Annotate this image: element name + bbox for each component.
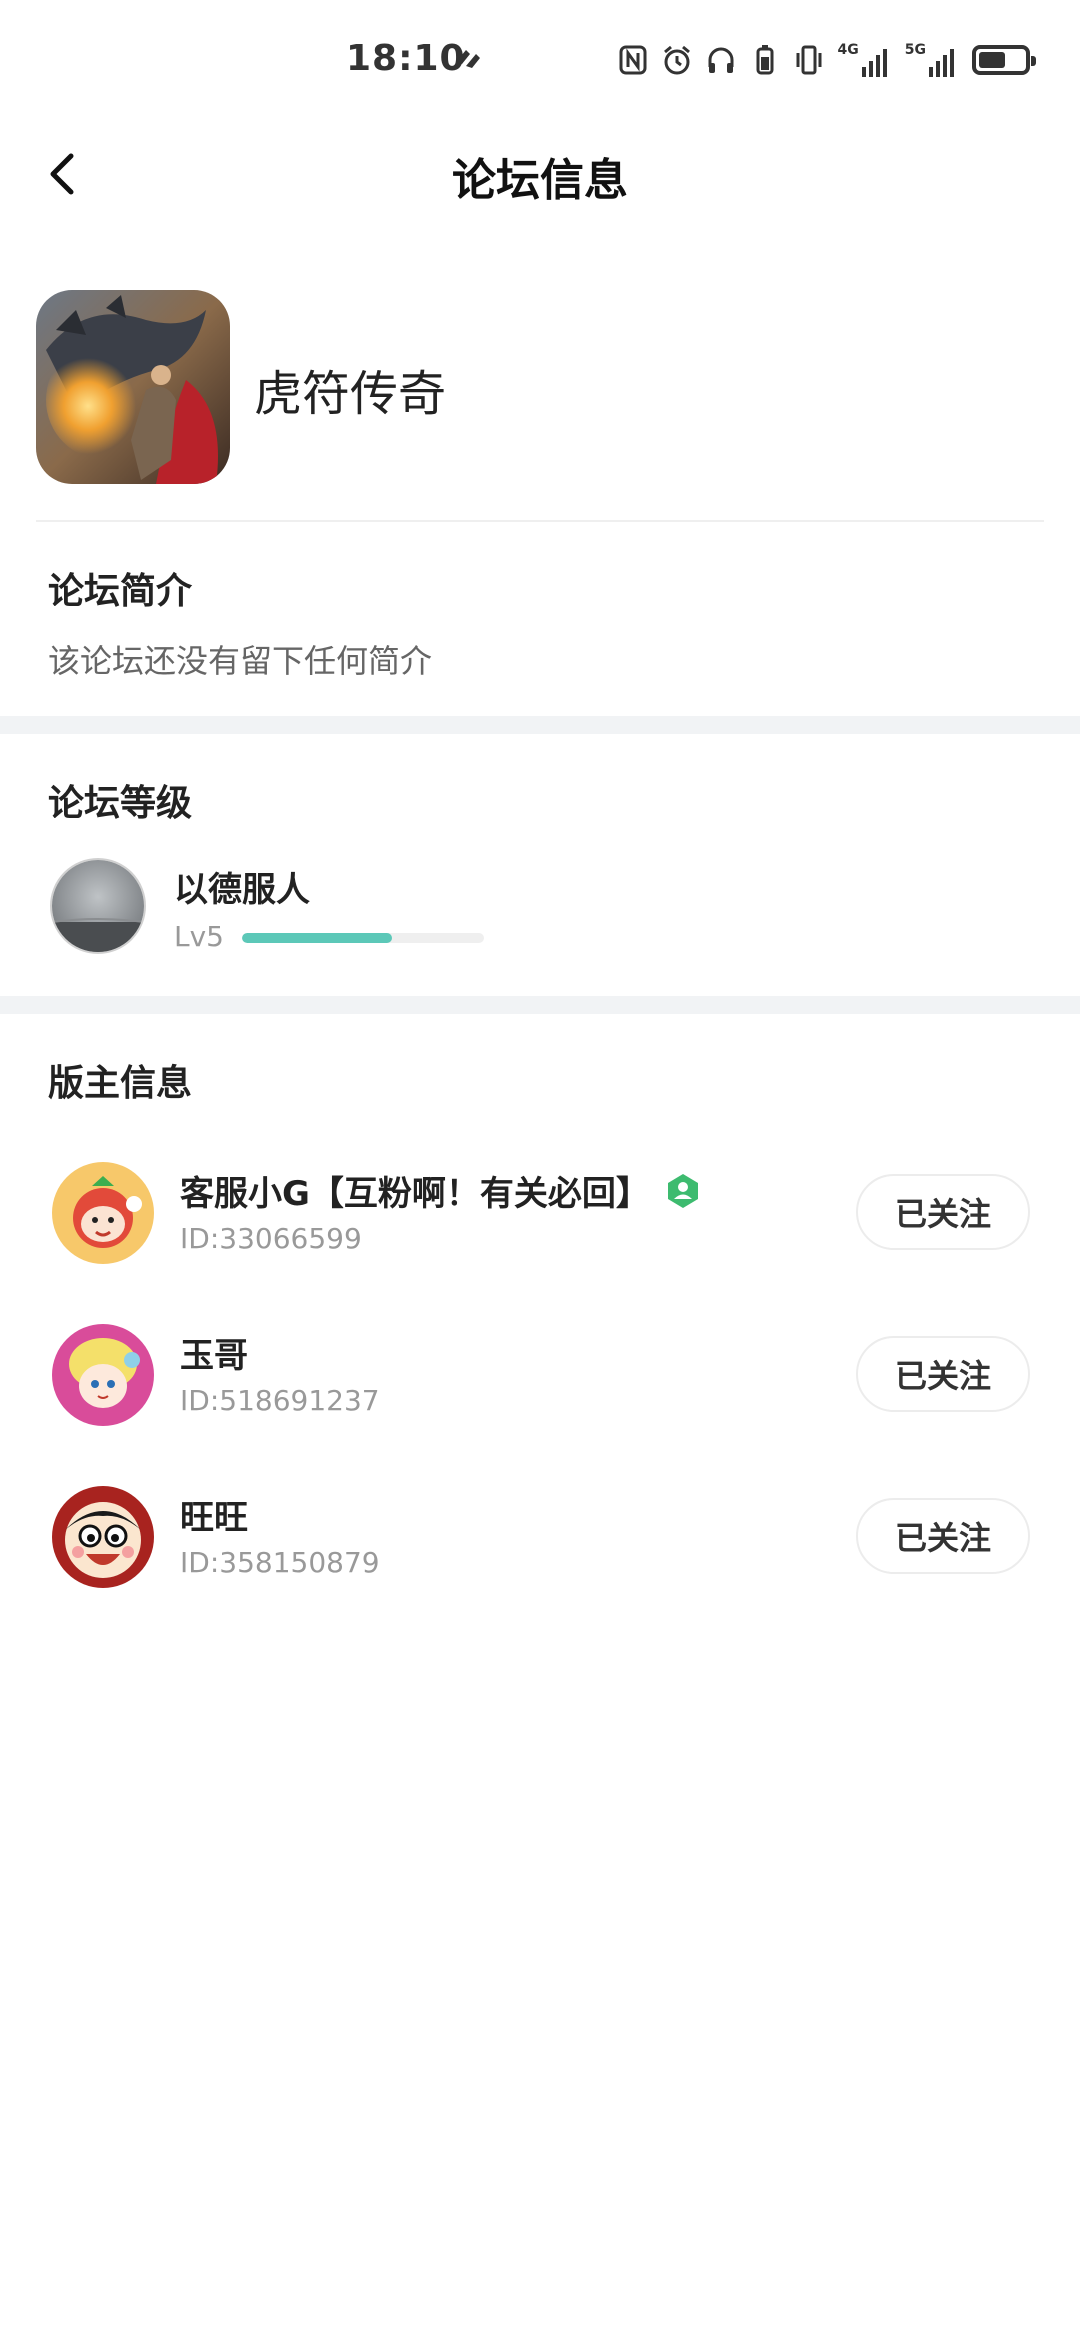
level-progress-bar bbox=[242, 933, 484, 943]
status-time: 18:10 bbox=[346, 38, 466, 79]
moderator-id: ID:33066599 bbox=[180, 1222, 362, 1255]
moderator-avatar[interactable] bbox=[52, 1324, 154, 1426]
headphones-icon bbox=[708, 47, 734, 73]
level-progress-fill bbox=[242, 933, 393, 943]
moderator-name: 玉哥 bbox=[180, 1328, 248, 1377]
moderator-name-text: 旺旺 bbox=[180, 1498, 248, 1538]
level-title: 论坛等级 bbox=[48, 783, 193, 824]
moderator-name-text: 客服小G【互粉啊！有关必回】 bbox=[180, 1174, 650, 1214]
followed-button[interactable]: 已关注 bbox=[856, 1336, 1030, 1412]
signal-5g-label: 5G bbox=[904, 42, 926, 58]
section-divider bbox=[0, 996, 1080, 1014]
status-bar: 18:10 4G 5G bbox=[0, 0, 1080, 120]
followed-button[interactable]: 已关注 bbox=[856, 1498, 1030, 1574]
intro-title: 论坛简介 bbox=[48, 571, 193, 612]
sync-icon bbox=[456, 50, 480, 68]
status-icons: 4G 5G bbox=[618, 38, 1036, 82]
battery-icon bbox=[972, 45, 1036, 75]
divider bbox=[36, 520, 1044, 522]
vibrate-icon bbox=[796, 45, 822, 75]
moderator-id: ID:518691237 bbox=[180, 1384, 380, 1417]
moderator-row[interactable]: 客服小G【互粉啊！有关必回】 ID:33066599 已关注 bbox=[0, 1142, 1080, 1282]
page-title: 论坛信息 bbox=[452, 155, 628, 206]
level-lv: Lv5 bbox=[174, 920, 224, 953]
followed-button[interactable]: 已关注 bbox=[856, 1174, 1030, 1250]
forum-name: 虎符传奇 bbox=[254, 366, 447, 422]
moderators-title: 版主信息 bbox=[48, 1063, 193, 1104]
forum-avatar bbox=[36, 290, 230, 484]
signal-4g-label: 4G bbox=[837, 42, 859, 58]
nfc-icon bbox=[619, 45, 647, 75]
moderator-id: ID:358150879 bbox=[180, 1546, 380, 1579]
moderator-avatar[interactable] bbox=[52, 1162, 154, 1264]
forum-card: 虎符传奇 bbox=[36, 290, 1044, 520]
signal-5g-icon: 5G bbox=[905, 43, 958, 77]
signal-bars-icon bbox=[861, 49, 887, 77]
signal-4g-icon: 4G bbox=[838, 43, 891, 77]
level-avatar bbox=[50, 858, 146, 954]
moderator-name-text: 玉哥 bbox=[180, 1336, 248, 1376]
moderator-name: 旺旺 bbox=[180, 1490, 248, 1539]
alarm-icon bbox=[663, 45, 690, 75]
header: 论坛信息 bbox=[0, 120, 1080, 230]
moderator-row[interactable]: 玉哥 ID:518691237 已关注 bbox=[0, 1304, 1080, 1444]
moderator-avatar[interactable] bbox=[52, 1486, 154, 1588]
moderator-row[interactable]: 旺旺 ID:358150879 已关注 bbox=[0, 1466, 1080, 1606]
moderator-name: 客服小G【互粉啊！有关必回】 bbox=[180, 1166, 702, 1215]
battery-saver-icon bbox=[756, 45, 774, 75]
level-name: 以德服人 bbox=[174, 870, 310, 910]
intro-text: 该论坛还没有留下任何简介 bbox=[48, 642, 433, 680]
signal-bars-icon bbox=[929, 49, 954, 77]
moderator-badge-icon bbox=[667, 1173, 698, 1208]
section-divider bbox=[0, 716, 1080, 734]
